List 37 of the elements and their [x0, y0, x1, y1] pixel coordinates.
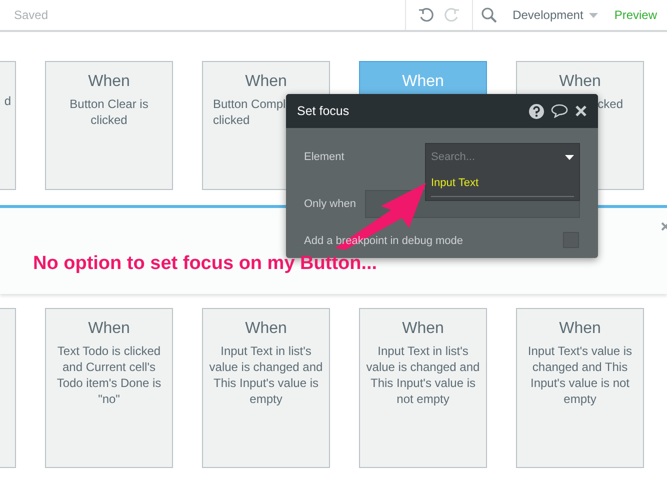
card-text: Input Text in list's value is changed and This Input's value is empty	[209, 343, 323, 407]
card-text: Text Todo is clicked and Current cell's Todo item's Done is "no"	[56, 343, 162, 407]
save-status: Saved	[14, 7, 50, 24]
event-card[interactable]: When Text Todo is clicked and Current cell's Todo item's Done is "no"	[45, 308, 173, 468]
undo-icon[interactable]	[418, 7, 434, 23]
preview-link[interactable]: Preview	[614, 6, 657, 24]
card-title: When	[245, 319, 287, 339]
card-text: Button Compl	[213, 96, 286, 112]
card-text: cked	[598, 96, 623, 112]
caret-icon	[589, 12, 598, 18]
environment-dropdown[interactable]: Development	[506, 6, 604, 24]
card-title: When	[88, 319, 130, 339]
card-text: Input Text's value is changed and This Input's value is not empty	[526, 343, 634, 407]
card-text: Button Clear is clicked	[68, 96, 150, 128]
caret-icon	[565, 155, 574, 160]
card-title: When	[88, 72, 130, 92]
card-title: When	[559, 72, 601, 92]
close-icon[interactable]	[575, 105, 587, 117]
search-icon[interactable]	[480, 7, 497, 23]
event-card[interactable]: d	[0, 61, 16, 190]
comment-icon[interactable]	[551, 104, 568, 118]
event-card[interactable]: When Input Text in list's value is changed and This Input's value is not empty	[359, 308, 487, 468]
event-card[interactable]: When Input Text's value is changed and This Input's value is not empty	[516, 308, 644, 468]
annotation-text: No option to set focus on my Button...	[33, 252, 378, 276]
field-label: Only when	[304, 197, 356, 212]
card-title: When	[402, 319, 444, 339]
card-title: When	[559, 319, 601, 339]
card-text: clicked	[213, 112, 250, 128]
help-icon[interactable]	[529, 104, 544, 118]
element-dropdown[interactable]: Search...	[426, 144, 579, 171]
card-title: When	[245, 72, 287, 92]
event-card[interactable]: When Input Text in list's value is changed and This Input's value is empty	[202, 308, 330, 468]
card-title: When	[402, 72, 444, 92]
card-text: d	[4, 93, 11, 109]
card-text: Input Text in list's value is changed and This Input's value is not empty	[366, 343, 480, 407]
event-card[interactable]: When Button Clear is clicked	[45, 61, 173, 190]
dropdown-option[interactable]: Input Text	[431, 171, 574, 196]
